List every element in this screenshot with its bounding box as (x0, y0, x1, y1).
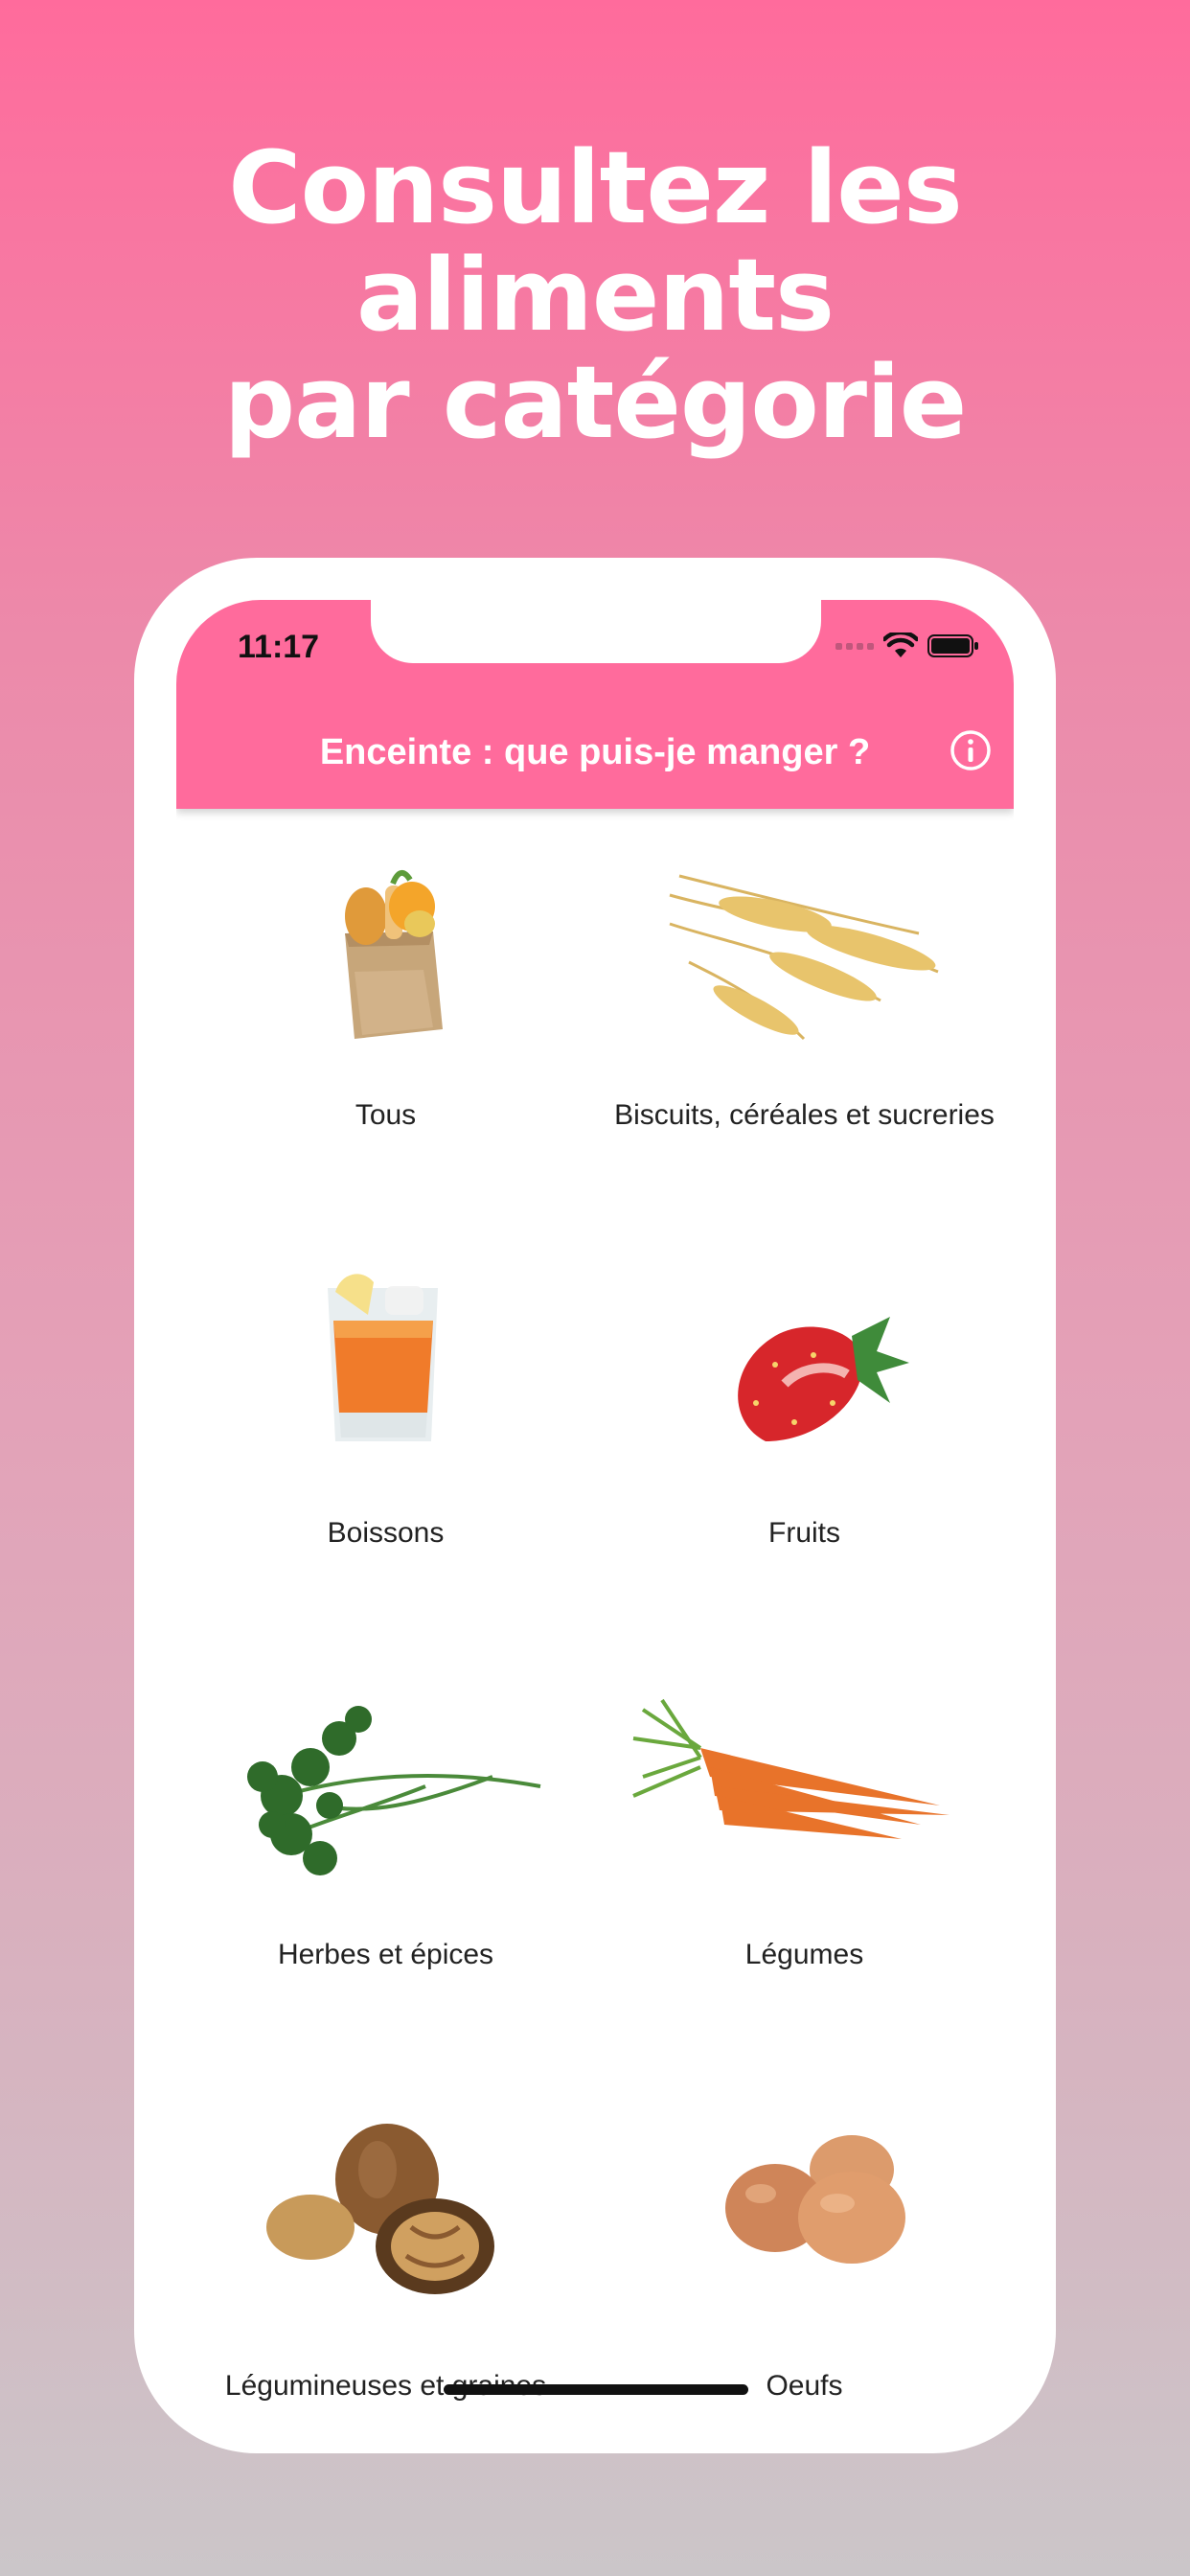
category-label: Légumes (744, 1939, 864, 1970)
carrot-icon (624, 1690, 969, 1920)
home-indicator (444, 2384, 748, 2395)
category-herbes[interactable]: Herbes et épices (176, 1633, 595, 2055)
category-label: Boissons (327, 1517, 445, 1549)
category-oeufs[interactable]: Oeufs (595, 2055, 1014, 2411)
promo-line-1: Consultez les aliments (228, 129, 962, 354)
category-boissons[interactable]: Boissons (176, 1211, 595, 1633)
strawberry-icon (660, 1259, 948, 1489)
category-fruits[interactable]: Fruits (595, 1211, 1014, 1633)
app-screen: 11:17 Enceinte: que puis-je manger ? To… (176, 600, 1014, 2411)
app-header: 11:17 Enceinte: que puis-je manger ? (176, 600, 1014, 809)
info-icon[interactable] (949, 728, 993, 772)
device-notch (371, 600, 821, 663)
status-time: 11:17 (238, 629, 320, 665)
status-icons (835, 632, 979, 659)
category-tous[interactable]: Tous (176, 809, 595, 1211)
category-legumineuses[interactable]: Légumineuses et graines (176, 2055, 595, 2411)
battery-icon (927, 633, 979, 658)
category-legumes[interactable]: Légumes (595, 1633, 1014, 2055)
walnut-icon (215, 2083, 560, 2313)
wheat-icon (660, 857, 948, 1087)
category-label: Tous (355, 1099, 417, 1131)
juice-glass-icon (241, 1259, 529, 1489)
promo-headline: Consultez les aliments par catégorie (0, 134, 1190, 456)
wifi-icon (883, 632, 918, 659)
category-biscuits[interactable]: Biscuits, céréales et sucreries (595, 809, 1014, 1211)
parsley-icon (224, 1671, 550, 1901)
category-label: Fruits (768, 1517, 840, 1549)
category-label: Herbes et épices (277, 1939, 494, 1970)
signal-icon (835, 642, 874, 650)
phone-frame: 11:17 Enceinte: que puis-je manger ? To… (134, 558, 1056, 2453)
eggs-icon (660, 2093, 948, 2323)
promo-line-2: par catégorie (223, 344, 968, 461)
grocery-bag-icon (241, 857, 529, 1087)
category-label: Biscuits, céréales et sucreries (614, 1099, 995, 1131)
app-title: Enceinte : que puis-je manger ? (319, 732, 871, 772)
